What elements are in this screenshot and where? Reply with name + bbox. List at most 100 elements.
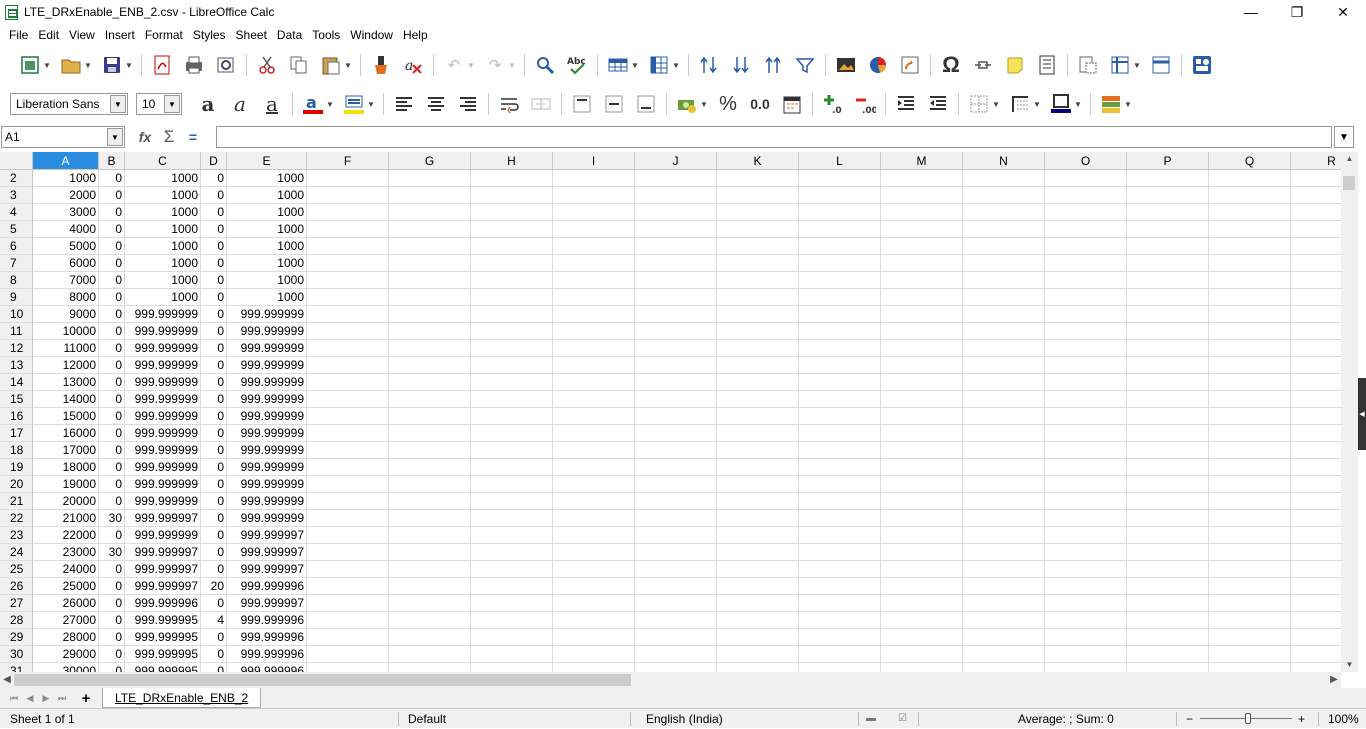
cell-Q7[interactable] bbox=[1209, 255, 1291, 272]
cell-P15[interactable] bbox=[1127, 391, 1209, 408]
cell-N13[interactable] bbox=[963, 357, 1045, 374]
cell-H12[interactable] bbox=[471, 340, 553, 357]
cell-O11[interactable] bbox=[1045, 323, 1127, 340]
cell-R21[interactable] bbox=[1291, 493, 1341, 510]
cell-C13[interactable]: 999.999999 bbox=[125, 357, 201, 374]
sort-descending-icon[interactable] bbox=[761, 53, 785, 77]
cell-O10[interactable] bbox=[1045, 306, 1127, 323]
cell-N12[interactable] bbox=[963, 340, 1045, 357]
cell-Q9[interactable] bbox=[1209, 289, 1291, 306]
cell-H21[interactable] bbox=[471, 493, 553, 510]
cell-P11[interactable] bbox=[1127, 323, 1209, 340]
cell-P16[interactable] bbox=[1127, 408, 1209, 425]
cell-L6[interactable] bbox=[799, 238, 881, 255]
cell-B19[interactable]: 0 bbox=[99, 459, 125, 476]
cell-N20[interactable] bbox=[963, 476, 1045, 493]
cell-Q22[interactable] bbox=[1209, 510, 1291, 527]
cell-J27[interactable] bbox=[635, 595, 717, 612]
cell-P14[interactable] bbox=[1127, 374, 1209, 391]
column-header[interactable]: L bbox=[799, 152, 881, 170]
cell-I4[interactable] bbox=[553, 204, 635, 221]
cell-K9[interactable] bbox=[717, 289, 799, 306]
cell-B23[interactable]: 0 bbox=[99, 527, 125, 544]
border-color-dropdown-icon[interactable]: ▼ bbox=[1074, 100, 1082, 109]
cell-D22[interactable]: 0 bbox=[201, 510, 227, 527]
cell-O25[interactable] bbox=[1045, 561, 1127, 578]
cell-I17[interactable] bbox=[553, 425, 635, 442]
conditional-format-dropdown-icon[interactable]: ▼ bbox=[1124, 100, 1132, 109]
menu-file[interactable]: File bbox=[4, 24, 33, 46]
cell-G25[interactable] bbox=[389, 561, 471, 578]
cell-C6[interactable]: 1000 bbox=[125, 238, 201, 255]
add-sheet-button[interactable]: + bbox=[76, 690, 96, 707]
cell-E17[interactable]: 999.999999 bbox=[227, 425, 307, 442]
cell-I14[interactable] bbox=[553, 374, 635, 391]
cell-A21[interactable]: 20000 bbox=[33, 493, 99, 510]
cell-N15[interactable] bbox=[963, 391, 1045, 408]
cell-F6[interactable] bbox=[307, 238, 389, 255]
cell-A13[interactable]: 12000 bbox=[33, 357, 99, 374]
export-pdf-icon[interactable] bbox=[150, 53, 174, 77]
cell-H27[interactable] bbox=[471, 595, 553, 612]
cell-P31[interactable] bbox=[1127, 663, 1209, 672]
cell-P20[interactable] bbox=[1127, 476, 1209, 493]
cell-M28[interactable] bbox=[881, 612, 963, 629]
cell-K29[interactable] bbox=[717, 629, 799, 646]
cell-N19[interactable] bbox=[963, 459, 1045, 476]
row-header[interactable]: 7 bbox=[0, 255, 33, 272]
cell-I18[interactable] bbox=[553, 442, 635, 459]
zoom-out-button[interactable]: − bbox=[1186, 709, 1193, 729]
cell-L28[interactable] bbox=[799, 612, 881, 629]
selection-mode-icon[interactable]: ▬ bbox=[866, 709, 876, 729]
sum-icon[interactable]: Σ bbox=[157, 126, 181, 148]
cell-M26[interactable] bbox=[881, 578, 963, 595]
cell-B17[interactable]: 0 bbox=[99, 425, 125, 442]
cell-H5[interactable] bbox=[471, 221, 553, 238]
cell-H28[interactable] bbox=[471, 612, 553, 629]
cell-H6[interactable] bbox=[471, 238, 553, 255]
cell-P4[interactable] bbox=[1127, 204, 1209, 221]
cell-O27[interactable] bbox=[1045, 595, 1127, 612]
cell-D11[interactable]: 0 bbox=[201, 323, 227, 340]
cell-E22[interactable]: 999.999999 bbox=[227, 510, 307, 527]
cell-O14[interactable] bbox=[1045, 374, 1127, 391]
cell-C24[interactable]: 999.999997 bbox=[125, 544, 201, 561]
cell-H2[interactable] bbox=[471, 170, 553, 187]
column-header[interactable]: J bbox=[635, 152, 717, 170]
cell-K20[interactable] bbox=[717, 476, 799, 493]
cell-O22[interactable] bbox=[1045, 510, 1127, 527]
paste-icon[interactable] bbox=[319, 53, 343, 77]
cell-L2[interactable] bbox=[799, 170, 881, 187]
cell-K6[interactable] bbox=[717, 238, 799, 255]
cell-I5[interactable] bbox=[553, 221, 635, 238]
cell-H18[interactable] bbox=[471, 442, 553, 459]
cell-H16[interactable] bbox=[471, 408, 553, 425]
expand-formula-bar-icon[interactable]: ▼ bbox=[1334, 126, 1354, 148]
row-header[interactable]: 13 bbox=[0, 357, 33, 374]
row-header[interactable]: 24 bbox=[0, 544, 33, 561]
cell-N28[interactable] bbox=[963, 612, 1045, 629]
column-header[interactable]: R bbox=[1291, 152, 1341, 170]
cell-I11[interactable] bbox=[553, 323, 635, 340]
cell-B25[interactable]: 0 bbox=[99, 561, 125, 578]
cell-E19[interactable]: 999.999999 bbox=[227, 459, 307, 476]
cell-J11[interactable] bbox=[635, 323, 717, 340]
date-format-icon[interactable] bbox=[780, 92, 804, 116]
cell-R17[interactable] bbox=[1291, 425, 1341, 442]
row-header[interactable]: 28 bbox=[0, 612, 33, 629]
cell-K18[interactable] bbox=[717, 442, 799, 459]
cell-R2[interactable] bbox=[1291, 170, 1341, 187]
column-header[interactable]: E bbox=[227, 152, 307, 170]
cell-L21[interactable] bbox=[799, 493, 881, 510]
cell-Q15[interactable] bbox=[1209, 391, 1291, 408]
cell-A18[interactable]: 17000 bbox=[33, 442, 99, 459]
cell-J14[interactable] bbox=[635, 374, 717, 391]
cell-I9[interactable] bbox=[553, 289, 635, 306]
menu-data[interactable]: Data bbox=[272, 24, 307, 46]
insert-image-icon[interactable] bbox=[834, 53, 858, 77]
cell-Q23[interactable] bbox=[1209, 527, 1291, 544]
cell-R7[interactable] bbox=[1291, 255, 1341, 272]
cell-P8[interactable] bbox=[1127, 272, 1209, 289]
row-header[interactable]: 4 bbox=[0, 204, 33, 221]
cell-R11[interactable] bbox=[1291, 323, 1341, 340]
